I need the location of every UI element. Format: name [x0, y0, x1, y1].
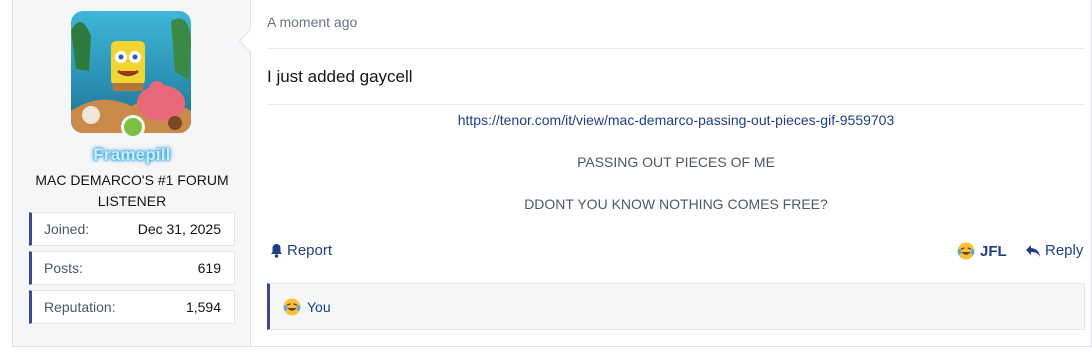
- user-sidebar: Framepill MAC DEMARCO'S #1 FORUM LISTENE…: [13, 0, 251, 346]
- post-date[interactable]: A moment ago: [267, 14, 357, 30]
- post-link[interactable]: https://tenor.com/it/view/mac-demarco-pa…: [267, 112, 1085, 128]
- stat-posts: Posts: 619: [29, 251, 235, 285]
- stat-value: 1,594: [185, 299, 221, 315]
- reactions-bar[interactable]: You: [267, 283, 1085, 330]
- divider: [267, 104, 1085, 105]
- username[interactable]: Framepill: [13, 145, 251, 165]
- laughing-tears-icon: [957, 242, 975, 260]
- stat-joined: Joined: Dec 31, 2025: [29, 212, 235, 246]
- report-label: Report: [287, 242, 333, 259]
- stat-reputation: Reputation: 1,594: [29, 290, 235, 324]
- laughing-tears-icon: [283, 298, 301, 315]
- reply-label: Reply: [1045, 242, 1084, 259]
- reply-button[interactable]: Reply: [1025, 242, 1083, 259]
- forum-post: Framepill MAC DEMARCO'S #1 FORUM LISTENE…: [12, 0, 1092, 347]
- report-button[interactable]: Report: [270, 242, 332, 259]
- post-lyric-line: DDONT YOU KNOW NOTHING COMES FREE?: [524, 196, 828, 212]
- divider: [267, 48, 1085, 49]
- post-actions: Report JFL Reply: [267, 242, 1085, 264]
- stat-label: Posts:: [44, 260, 83, 276]
- jfl-label: JFL: [980, 242, 1007, 260]
- bell-icon: [271, 244, 282, 258]
- jfl-reaction-button[interactable]: JFL: [957, 242, 1007, 260]
- stat-label: Reputation:: [44, 299, 116, 315]
- stat-value: Dec 31, 2025: [137, 221, 221, 237]
- user-title: MAC DEMARCO'S #1 FORUM LISTENER: [35, 172, 229, 209]
- stat-value: 619: [197, 260, 221, 276]
- reactions-summary[interactable]: You: [307, 299, 331, 315]
- post-text: I just added gaycell: [267, 67, 413, 86]
- reply-icon: [1026, 244, 1040, 257]
- message-body: A moment ago I just added gaycell https:…: [267, 0, 1085, 346]
- post-lyric-line: PASSING OUT PIECES OF ME: [577, 154, 775, 170]
- stat-label: Joined:: [44, 221, 90, 237]
- online-status-indicator: [121, 115, 145, 139]
- user-stats: Joined: Dec 31, 2025 Posts: 619 Reputati…: [29, 212, 235, 329]
